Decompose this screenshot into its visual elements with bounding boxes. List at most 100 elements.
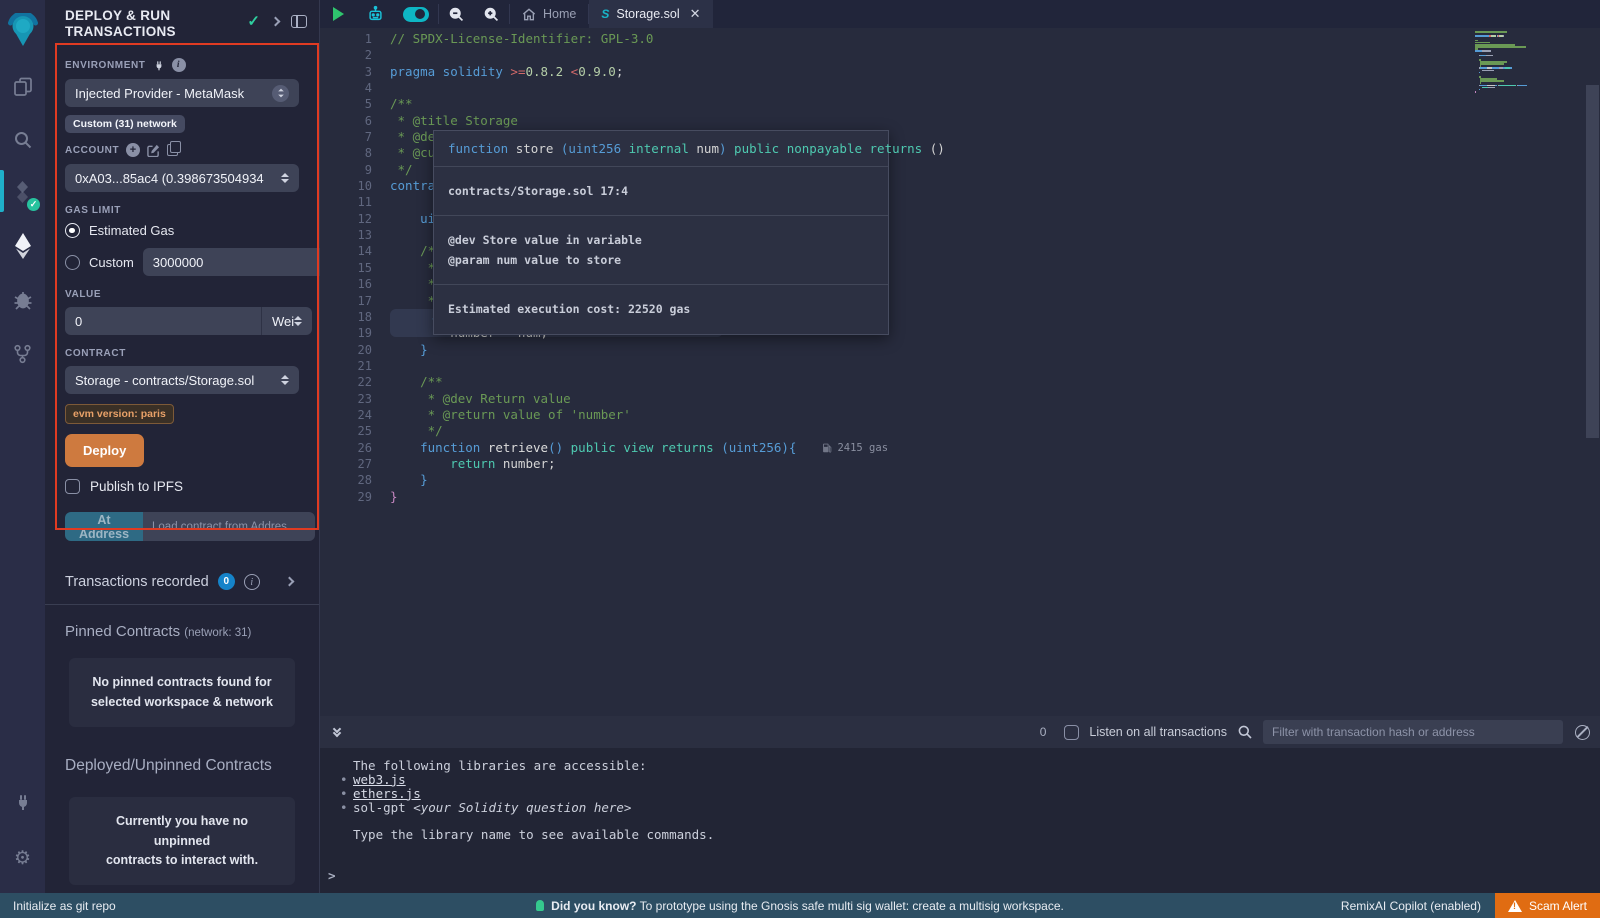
publish-ipfs-option[interactable]: Publish to IPFS — [65, 479, 299, 494]
tab-storage-sol[interactable]: S Storage.sol ✕ — [589, 0, 712, 28]
git-fork-icon[interactable] — [0, 333, 45, 375]
scam-alert-button[interactable]: Scam Alert — [1495, 893, 1600, 918]
line-number: 23 — [320, 391, 390, 407]
line-number: 24 — [320, 407, 390, 423]
gas-estimate-annotation: 2415 gas — [822, 440, 888, 456]
ai-copilot-icon[interactable] — [357, 0, 394, 28]
clear-console-icon[interactable] — [1575, 725, 1590, 740]
terminal-expand-icon[interactable] — [334, 728, 340, 736]
code-line[interactable]: 23 * @dev Return value — [320, 391, 1600, 407]
chevron-updown-icon — [272, 85, 289, 102]
pinned-contracts-empty: No pinned contracts found forselected wo… — [69, 658, 295, 727]
zoom-out-icon[interactable] — [439, 0, 474, 28]
panel-title: DEPLOY & RUN TRANSACTIONS — [65, 8, 215, 40]
zoom-in-icon[interactable] — [474, 0, 509, 28]
code-line[interactable]: 27 return number; — [320, 456, 1600, 472]
code-editor[interactable]: 1// SPDX-License-Identifier: GPL-3.023pr… — [320, 28, 1600, 716]
editor-minimap[interactable] — [1475, 31, 1545, 93]
estimated-gas-option[interactable]: Estimated Gas — [65, 223, 299, 238]
transactions-info-icon[interactable]: i — [244, 574, 260, 590]
value-input[interactable] — [65, 307, 261, 335]
copy-account-icon[interactable] — [167, 144, 178, 156]
at-address-input[interactable] — [143, 512, 315, 541]
deploy-run-icon[interactable] — [0, 225, 45, 267]
code-line[interactable]: 2 — [320, 47, 1600, 63]
library-link[interactable]: ethers.js — [353, 786, 421, 801]
code-line[interactable]: 4 — [320, 80, 1600, 96]
code-line[interactable]: 26 function retrieve() public view retur… — [320, 440, 1600, 456]
environment-info-icon[interactable]: i — [172, 58, 186, 72]
pin-panel-icon[interactable] — [291, 15, 307, 28]
edit-account-icon[interactable] — [147, 144, 160, 157]
copilot-status-label[interactable]: RemixAI Copilot (enabled) — [1341, 899, 1481, 913]
code-line[interactable]: 25 */ — [320, 423, 1600, 439]
environment-select[interactable]: Injected Provider - MetaMask — [65, 79, 299, 107]
tab-home[interactable]: Home — [510, 0, 588, 28]
tooltip-location: contracts/Storage.sol 17:4 — [448, 181, 874, 201]
code-line[interactable]: 5/** — [320, 96, 1600, 112]
custom-gas-input[interactable] — [143, 248, 339, 276]
code-line[interactable]: 22 /** — [320, 374, 1600, 390]
icon-sidebar: ✓ — [0, 0, 45, 893]
code-line[interactable]: 21 — [320, 358, 1600, 374]
custom-gas-option[interactable]: Custom — [65, 248, 299, 276]
plugin-manager-icon[interactable] — [0, 781, 45, 823]
debugger-icon[interactable] — [0, 279, 45, 321]
solidity-compiler-icon[interactable]: ✓ — [0, 172, 45, 214]
line-number: 12 — [320, 211, 390, 227]
status-bar: Initialize as git repo Did you know? To … — [0, 893, 1600, 918]
code-line[interactable]: 28 } — [320, 472, 1600, 488]
main-row: ✓ — [0, 0, 1600, 893]
at-address-button[interactable]: At Address — [65, 512, 143, 541]
run-script-button[interactable] — [320, 0, 357, 28]
file-explorer-icon[interactable] — [0, 66, 45, 108]
transactions-count-badge: 0 — [218, 573, 235, 590]
contract-select[interactable]: Storage - contracts/Storage.sol — [65, 366, 299, 394]
code-line[interactable]: 1// SPDX-License-Identifier: GPL-3.0 — [320, 31, 1600, 47]
account-select[interactable]: 0xA03...85ac4 (0.398673504934 — [65, 164, 299, 192]
transactions-expand-icon[interactable] — [285, 577, 295, 587]
radio-unselected-icon[interactable] — [65, 255, 80, 270]
git-init-label[interactable]: Initialize as git repo — [0, 899, 116, 913]
deploy-button[interactable]: Deploy — [65, 434, 144, 467]
unpinned-contracts-heading: Deployed/Unpinned Contracts — [45, 733, 319, 777]
search-icon[interactable] — [0, 119, 45, 161]
code-line[interactable]: 3pragma solidity >=0.8.2 <0.9.0; — [320, 64, 1600, 80]
panel-chevron-icon[interactable] — [271, 16, 281, 26]
solidity-file-icon: S — [601, 7, 609, 21]
tooltip-signature: function store (uint256 internal num) pu… — [448, 141, 874, 156]
environment-label: ENVIRONMENT i — [65, 58, 299, 72]
listen-all-checkbox[interactable] — [1064, 725, 1079, 740]
line-number: 10 — [320, 178, 390, 194]
line-number: 22 — [320, 374, 390, 390]
code-line[interactable]: 29} — [320, 489, 1600, 505]
publish-ipfs-checkbox[interactable] — [65, 479, 80, 494]
settings-gear-icon[interactable]: ⚙ — [0, 837, 45, 879]
line-number: 18 — [320, 309, 390, 325]
code-line[interactable]: 24 * @return value of 'number' — [320, 407, 1600, 423]
line-number: 28 — [320, 472, 390, 488]
pinned-contracts-heading: Pinned Contracts (network: 31) — [45, 605, 319, 642]
compile-success-badge: ✓ — [27, 198, 40, 211]
terminal-search-icon — [1237, 724, 1253, 740]
evm-version-badge: evm version: paris — [65, 404, 174, 424]
terminal-output-line — [320, 815, 1600, 829]
copilot-toggle[interactable] — [394, 0, 438, 28]
editor-scrollbar[interactable] — [1586, 85, 1599, 438]
library-link[interactable]: web3.js — [353, 772, 406, 787]
terminal-output-line: •sol-gpt <your Solidity question here> — [320, 801, 1600, 815]
remix-logo-icon[interactable] — [0, 8, 45, 52]
terminal[interactable]: The following libraries are accessible:•… — [320, 748, 1600, 893]
code-line[interactable]: 6 * @title Storage — [320, 113, 1600, 129]
contract-label: CONTRACT — [65, 348, 299, 359]
code-line[interactable]: 20 } — [320, 342, 1600, 358]
close-tab-icon[interactable]: ✕ — [690, 6, 701, 22]
terminal-prompt[interactable]: > — [328, 868, 336, 883]
radio-selected-icon[interactable] — [65, 223, 80, 238]
line-number: 20 — [320, 342, 390, 358]
transaction-filter-input[interactable] — [1263, 720, 1563, 744]
transaction-listen-count: 0 — [1040, 725, 1047, 739]
value-unit-select[interactable]: Wei — [261, 307, 312, 335]
terminal-library-link-line: •web3.js — [320, 773, 1600, 787]
add-account-icon[interactable]: + — [126, 143, 140, 157]
